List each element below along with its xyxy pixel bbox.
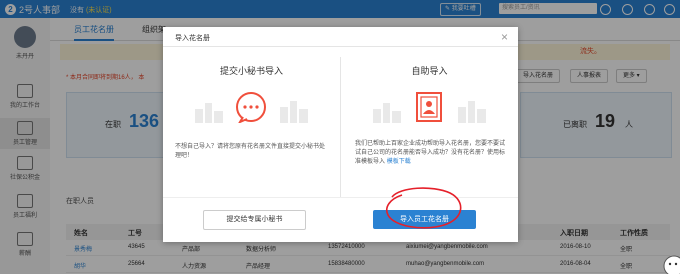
close-icon[interactable]: ×: [501, 30, 508, 44]
mascot-icon[interactable]: [660, 250, 680, 274]
secretary-import-title: 提交小秘书导入: [219, 66, 283, 76]
modal-title: 导入花名册: [175, 35, 210, 42]
self-import-title: 自助导入: [411, 66, 448, 76]
self-import-desc: 我们已帮助上百家企业成功帮助导入花名册，您要不要试试自己公司的花名册能否导入成功…: [355, 141, 506, 165]
submit-to-secretary-button[interactable]: 提交给专属小秘书: [203, 210, 306, 230]
contact-card-icon: [373, 92, 486, 123]
self-import-panel: 自助导入 我们已帮助上百家企业成功帮助导入花名册，您要不要试试自己公司的花名册能…: [341, 47, 518, 197]
chat-bubble-icon: [195, 92, 308, 123]
template-download-link[interactable]: 模板下载: [387, 159, 411, 165]
secretary-import-desc: 不想自己导入？请将您原有花名册文件直接提交小秘书处理吧！: [175, 144, 326, 159]
annotation-scribble: [386, 187, 462, 229]
secretary-import-panel: 提交小秘书导入 不想自己导入？请将您原有花名册文件直接提交小秘书处理吧！: [163, 47, 340, 197]
